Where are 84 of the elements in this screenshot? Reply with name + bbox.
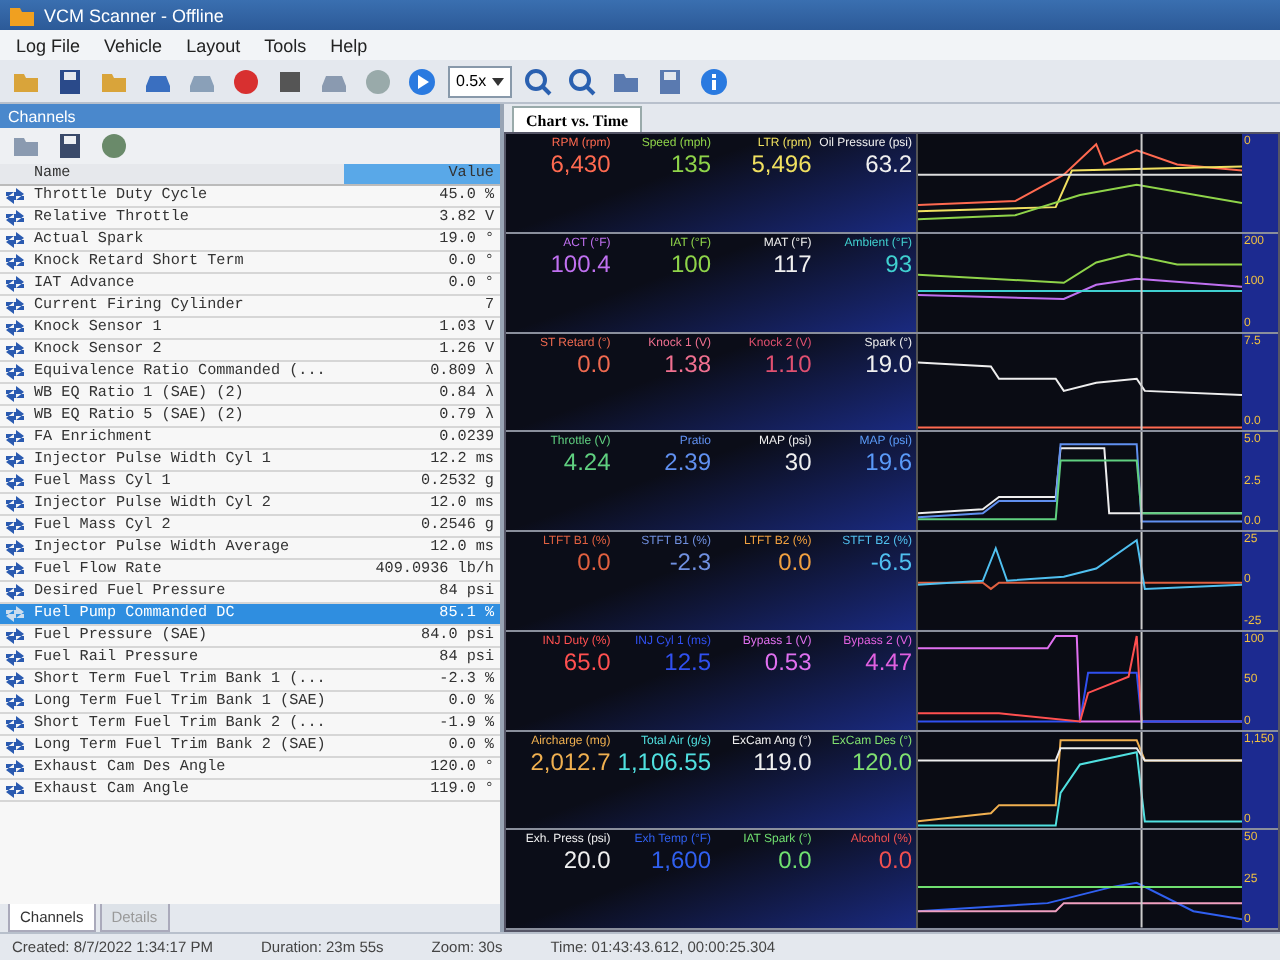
folder-icon: [12, 132, 40, 160]
arrows-icon: [5, 518, 23, 534]
menu-item[interactable]: Help: [330, 35, 368, 55]
gauge-value: 2,012.7: [530, 747, 611, 775]
gauge-value: 20.0: [563, 846, 611, 875]
record-icon: [232, 67, 260, 95]
gauge-value: 30: [784, 448, 812, 477]
menu-item[interactable]: Log File: [16, 35, 81, 55]
stop-icon: [276, 67, 304, 95]
arrows-icon: [5, 276, 23, 292]
gauge-value: -2.3: [669, 548, 711, 576]
zoom-out-icon: [568, 67, 597, 95]
arrows-icon: [5, 650, 23, 666]
save-icon: [56, 67, 84, 95]
gauge-value: 135: [670, 150, 711, 178]
gauge-value: 0.0: [778, 846, 812, 875]
gauge-value: 19.0: [865, 349, 912, 377]
gauge-value: 65.0: [563, 647, 611, 676]
arrows-icon: [5, 606, 23, 622]
arrows-icon: [5, 386, 23, 402]
gauge-value: 1,600: [650, 846, 711, 875]
arrows-icon: [5, 188, 23, 204]
zoom-out-button[interactable]: [564, 63, 601, 99]
arrows-icon: [5, 408, 23, 424]
arrows-icon: [5, 254, 23, 270]
arrows-icon: [5, 496, 23, 512]
gauge-value: 63.2: [865, 150, 912, 178]
gauge-value: 100.4: [550, 249, 611, 278]
arrows-icon: [5, 452, 23, 468]
menu-item[interactable]: Layout: [186, 35, 241, 55]
arrows-icon: [5, 584, 23, 600]
gauge-value: 4.47: [865, 647, 912, 676]
gauge-value: 1,106.55: [617, 747, 711, 775]
gauge-value: 0.0: [778, 548, 812, 576]
arrows-icon: [5, 782, 23, 798]
arrows-icon: [5, 364, 23, 380]
gauge-value: 93: [885, 249, 912, 278]
save-icon: [656, 67, 685, 95]
info-icon: [700, 67, 729, 95]
save-icon: [56, 132, 84, 160]
gauge-value: 0.0: [577, 349, 611, 377]
menu-item[interactable]: Vehicle: [104, 35, 163, 55]
chart-tab[interactable]: Chart vs. Time: [512, 106, 643, 132]
arrows-icon: [5, 562, 23, 578]
gauge-value: 117: [773, 249, 812, 278]
arrows-icon: [5, 210, 23, 226]
gauge-value: 0.0: [878, 846, 912, 875]
menu-item[interactable]: Tools: [264, 35, 307, 55]
gauge-value: 100: [670, 249, 711, 278]
arrows-icon: [5, 540, 23, 556]
panel-title: Channels: [8, 107, 76, 125]
play-icon: [408, 67, 436, 95]
gauge-value: 4.24: [563, 448, 611, 477]
arrows-icon: [5, 694, 23, 710]
gauge-value: 119.0: [753, 747, 812, 775]
gauge-value: 12.5: [664, 647, 711, 676]
gauge-value: 2.39: [664, 448, 711, 477]
gauge-value: 1.10: [764, 349, 812, 377]
gauge-value: 1.38: [664, 349, 711, 377]
gauge-value: 19.6: [865, 448, 912, 477]
gauge-value: 0.0: [577, 548, 611, 576]
arrows-icon: [5, 628, 23, 644]
zoom-in-icon: [524, 67, 553, 95]
gauge-value: 5,496: [751, 150, 812, 178]
play-button[interactable]: [404, 63, 440, 99]
arrows-icon: [5, 232, 23, 248]
arrows-icon: [5, 430, 23, 446]
arrows-icon: [5, 320, 23, 336]
arrows-icon: [5, 298, 23, 314]
gauge-value: 0.53: [764, 647, 812, 676]
gauge-value: -6.5: [870, 548, 912, 576]
info-button[interactable]: [696, 63, 733, 99]
caret-icon: [492, 77, 505, 85]
zoom-in-button[interactable]: [520, 63, 557, 99]
arrows-icon: [5, 760, 23, 776]
gauge-value: 6,430: [550, 150, 611, 178]
arrows-icon: [5, 672, 23, 688]
arrows-icon: [5, 342, 23, 358]
speed-dropdown[interactable]: 0.5x: [448, 65, 513, 97]
gauge-value: 120.0: [851, 747, 912, 775]
arrows-icon: [5, 716, 23, 732]
arrows-icon: [5, 738, 23, 754]
window-title: VCM Scanner - Offline: [44, 5, 224, 25]
arrows-icon: [5, 474, 23, 490]
